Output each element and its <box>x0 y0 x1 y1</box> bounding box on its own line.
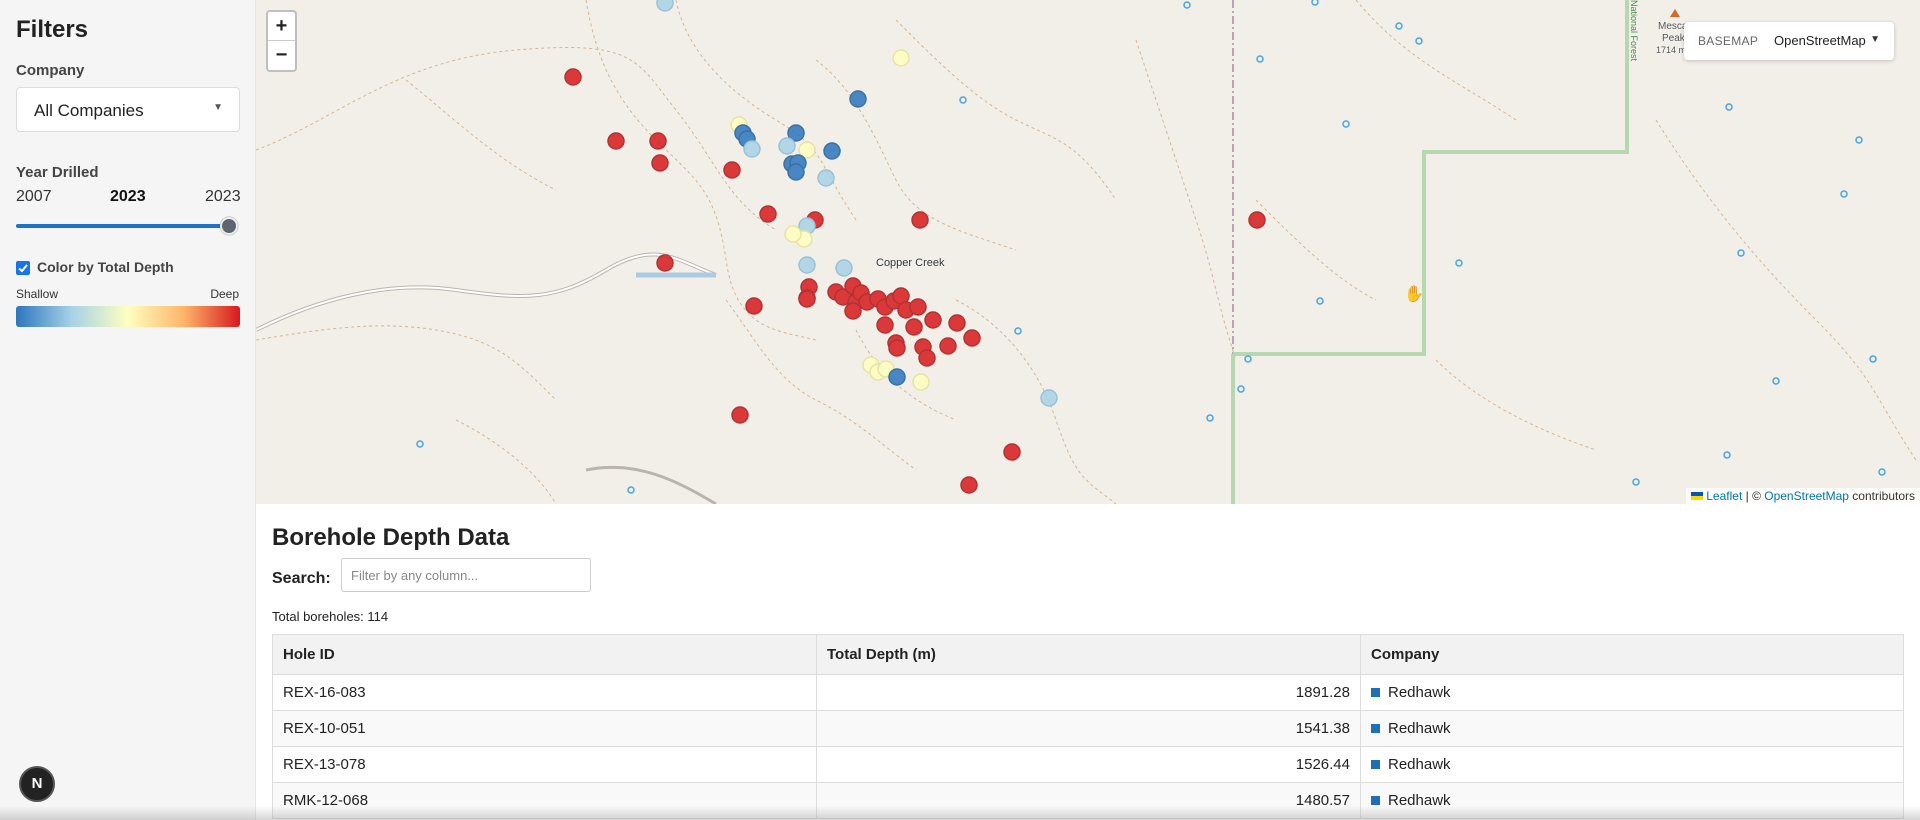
table-row[interactable]: REX-13-078 1526.44 Redhawk <box>272 746 1904 783</box>
osm-link[interactable]: OpenStreetMap <box>1764 489 1849 503</box>
cell-company: Redhawk <box>1360 746 1904 783</box>
color-by-depth-checkbox[interactable] <box>16 261 30 275</box>
cell-depth: 1891.28 <box>816 674 1361 711</box>
color-by-depth-label[interactable]: Color by Total Depth <box>37 259 174 275</box>
filters-title: Filters <box>16 16 89 43</box>
depth-color-gradient <box>16 306 240 327</box>
year-min: 2007 <box>16 188 52 205</box>
company-color-swatch <box>1371 796 1380 805</box>
basemap-label: BASEMAP <box>1698 34 1759 48</box>
gradient-high-label: Deep <box>210 287 239 301</box>
company-select[interactable]: All Companies ▼ <box>16 87 240 132</box>
company-color-swatch <box>1371 724 1380 733</box>
zoom-out-button[interactable]: − <box>268 41 295 70</box>
attribution-tail: contributors <box>1848 489 1915 503</box>
checkmark-icon <box>18 264 28 273</box>
table-row[interactable]: REX-10-051 1541.38 Redhawk <box>272 710 1904 747</box>
forest-label: National Forest <box>1629 0 1639 62</box>
data-section: Borehole Depth Data Search: Total boreho… <box>256 504 1920 820</box>
table-row[interactable]: REX-16-083 1891.28 Redhawk <box>272 674 1904 711</box>
column-header-hole-id[interactable]: Hole ID <box>272 634 817 675</box>
year-slider-handle[interactable] <box>220 217 238 235</box>
company-color-swatch <box>1371 760 1380 769</box>
search-input[interactable] <box>341 558 591 592</box>
bottom-fade <box>0 806 1920 820</box>
peak-elevation: 1714 m <box>1656 45 1687 55</box>
total-boreholes: Total boreholes: 114 <box>272 609 389 624</box>
attribution-separator: | © <box>1742 489 1765 503</box>
search-label: Search: <box>272 570 331 587</box>
company-color-swatch <box>1371 688 1380 697</box>
leaflet-link[interactable]: Leaflet <box>1706 489 1742 503</box>
cell-depth: 1541.38 <box>816 710 1361 747</box>
cell-company: Redhawk <box>1360 674 1904 711</box>
table-header-row: Hole ID Total Depth (m) Company <box>272 634 1904 675</box>
zoom-control: + − <box>266 10 297 72</box>
chevron-down-icon: ▼ <box>213 102 223 113</box>
cell-company: Redhawk <box>1360 710 1904 747</box>
map-canvas: ✋ <box>256 0 1917 504</box>
company-select-value: All Companies <box>34 101 144 120</box>
place-label-copper-creek: Copper Creek <box>876 257 945 269</box>
company-label: Company <box>16 62 85 79</box>
company-name: Redhawk <box>1388 720 1451 737</box>
cell-hole-id: REX-10-051 <box>272 710 817 747</box>
column-header-total-depth[interactable]: Total Depth (m) <box>816 634 1361 675</box>
company-name: Redhawk <box>1388 684 1451 701</box>
basemap-value: OpenStreetMap <box>1774 33 1866 48</box>
chevron-down-icon: ▼ <box>1870 34 1880 45</box>
zoom-in-button[interactable]: + <box>268 12 295 41</box>
borehole-table: Hole ID Total Depth (m) Company REX-16-0… <box>272 634 1904 819</box>
filters-sidebar: Filters Company All Companies ▼ Year Dri… <box>0 0 256 820</box>
map-view[interactable]: ✋ Copper Creek Mesca Peak 1714 m Nationa… <box>256 0 1920 504</box>
peak-label-2: Peak <box>1662 33 1685 44</box>
gradient-low-label: Shallow <box>16 287 59 301</box>
map-attribution: Leaflet | © OpenStreetMap contributors <box>1685 488 1920 504</box>
cell-depth: 1526.44 <box>816 746 1361 783</box>
ukraine-flag-icon <box>1690 492 1703 500</box>
year-current: 2023 <box>110 188 146 205</box>
year-slider-track[interactable] <box>16 224 230 228</box>
cell-hole-id: REX-13-078 <box>272 746 817 783</box>
n-badge-button[interactable]: N <box>19 766 55 802</box>
basemap-select[interactable]: BASEMAP OpenStreetMap ▼ <box>1684 22 1894 60</box>
cell-hole-id: REX-16-083 <box>272 674 817 711</box>
year-max: 2023 <box>205 188 241 205</box>
year-drilled-label: Year Drilled <box>16 164 99 181</box>
column-header-company[interactable]: Company <box>1360 634 1904 675</box>
data-title: Borehole Depth Data <box>272 524 510 551</box>
company-name: Redhawk <box>1388 756 1451 773</box>
svg-text:✋: ✋ <box>1404 284 1424 303</box>
